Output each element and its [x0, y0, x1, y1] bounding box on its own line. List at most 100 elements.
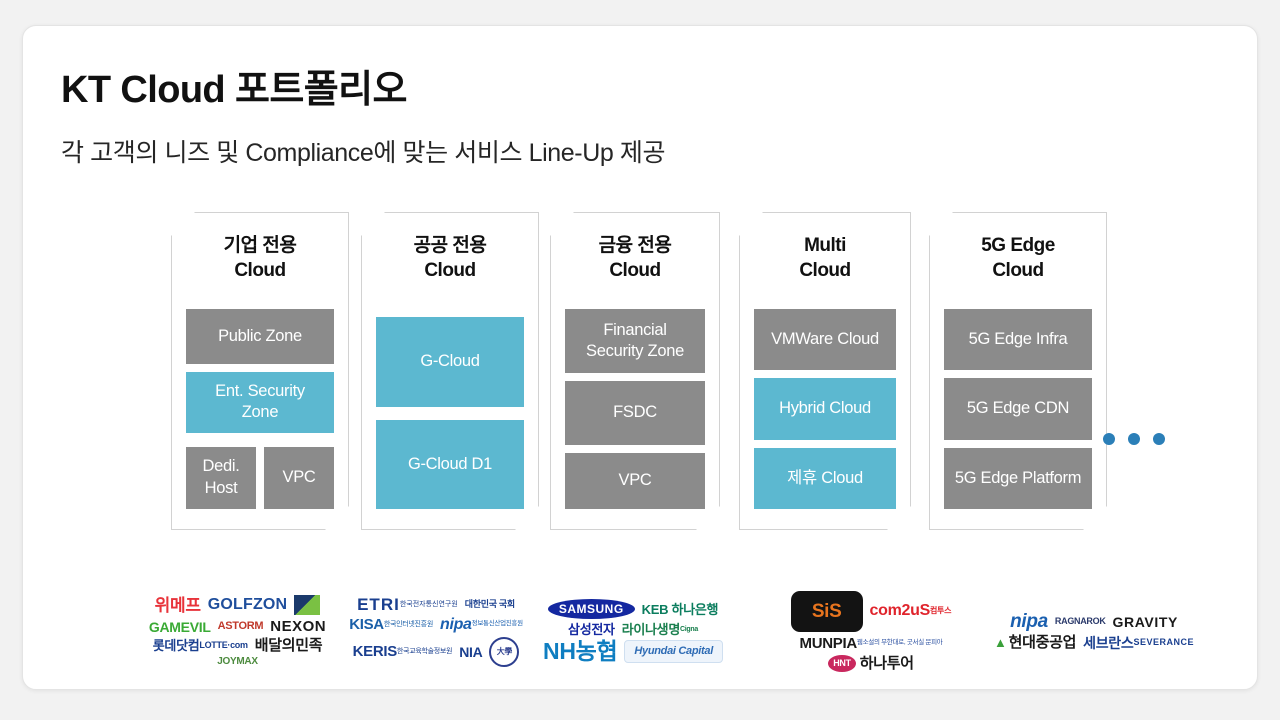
service-box[interactable]: Financial Security Zone	[565, 309, 705, 373]
cloud-card-title: 기업 전용 Cloud	[223, 235, 297, 282]
service-box[interactable]: 5G Edge Infra	[944, 309, 1092, 370]
logo-wordmark: NEXON	[270, 618, 327, 635]
logo-gamevil: GAMEVIL	[149, 619, 211, 634]
cloud-card-edge5g[interactable]: 5G Edge Cloud 5G Edge Infra 5G Edge CDN 5G …	[929, 212, 1107, 530]
logo-lina-life: 라이나생명 Cigna	[621, 622, 699, 637]
logo-samsung: SAMSUNG	[547, 599, 635, 619]
logo-hyundai-capital: Hyundai Capital	[624, 640, 723, 663]
logo-munpia: MUNPIA 웹소설의 무한대로, 굿서실 문피아	[800, 636, 943, 651]
logo-wordmark: NH농협	[543, 638, 618, 664]
service-box[interactable]: 5G Edge CDN	[944, 378, 1092, 439]
logo-nipa: nipa	[1010, 612, 1048, 631]
ellipsis-dot-icon	[1128, 433, 1140, 445]
logo-wordmark: KEB 하나은행	[641, 601, 719, 617]
logo-joymax: JOYMAX	[217, 656, 258, 667]
service-box[interactable]: VMWare Cloud	[754, 309, 896, 370]
logo-wordmark: 세브란스	[1083, 634, 1134, 651]
cloud-card-public[interactable]: 공공 전용 Cloud G-Cloud G-Cloud D1	[361, 212, 539, 530]
logo-wordmark: GOLFZON	[207, 596, 288, 613]
logo-subtext: SEVERANCE	[1133, 637, 1194, 647]
logo-subtext: 컴투스	[930, 606, 952, 615]
logo-wemakeprice: 위메프	[155, 595, 201, 615]
logo-wordmark: JOYMAX	[217, 656, 258, 667]
service-box[interactable]: Public Zone	[186, 309, 334, 364]
logo-hanatour: HNT 하나투어	[828, 654, 914, 672]
service-box-stack: G-Cloud G-Cloud D1	[362, 309, 538, 509]
service-box-stack: 5G Edge Infra 5G Edge CDN 5G Edge Platform	[930, 309, 1106, 509]
logo-group-multi-logos: SiS com2uS 컴투스 MUNPIA 웹소설의 무한대로, 굿서실 문피아 HNT 하…	[765, 578, 977, 684]
logo-ragnarok: RAGNAROK	[1055, 612, 1106, 631]
logo-wordmark: 대한민국 국회	[464, 598, 515, 609]
service-box-stack: VMWare Cloud Hybrid Cloud 제휴 Cloud	[740, 309, 910, 509]
cloud-card-multi[interactable]: Multi Cloud VMWare Cloud Hybrid Cloud 제휴 Cl…	[739, 212, 911, 530]
service-box[interactable]: VPC	[565, 453, 705, 509]
logo-wordmark: 하나투어	[859, 654, 914, 672]
logo-severance: 세브란스 SEVERANCE	[1083, 635, 1194, 650]
logo-sis: SiS	[790, 590, 863, 632]
logo-subtext: 웹소설의 무한대로, 굿서실 문피아	[856, 638, 943, 646]
service-box[interactable]: G-Cloud	[376, 317, 524, 407]
logo-nia: NIA	[459, 637, 483, 667]
logo-keris: KERIS 한국교육학술정보원	[353, 637, 453, 667]
logo-samsung-electronics: 삼성전자	[568, 623, 615, 636]
logo-nipa: nipa 정보통신산업진흥원	[439, 615, 523, 633]
logo-nexon: NEXON	[270, 619, 326, 634]
logo-group-public-logos: ETRI 한국전자통신연구원 대한민국 국회 KISA 한국인터넷진흥원 nipa 정보통신…	[341, 578, 531, 684]
logo-subtext: 한국교육학술정보원	[396, 648, 453, 655]
logo-wordmark: KERIS	[352, 643, 398, 660]
logo-golfzon: GOLFZON	[208, 595, 288, 615]
ellipsis-dot-icon	[1103, 433, 1115, 445]
logo-wordmark: 삼성전자	[568, 622, 615, 637]
logo-lotte-com: 롯데닷컴 LOTTE·com	[153, 638, 248, 653]
logo-wordmark: 현대중공업	[1008, 634, 1077, 651]
logo-subtext: Cigna	[680, 626, 698, 633]
service-box[interactable]: G-Cloud D1	[376, 420, 524, 510]
logo-com2us: com2uS 컴투스	[870, 591, 952, 632]
logo-etri: ETRI 한국전자통신연구원	[357, 596, 458, 613]
logo-wordmark: 라이나생명	[621, 622, 681, 637]
logo-wordmark: nipa	[439, 615, 472, 633]
service-box[interactable]: 5G Edge Platform	[944, 448, 1092, 509]
slide-frame: KT Cloud 포트폴리오 각 고객의 니즈 및 Compliance에 맞는…	[22, 25, 1258, 690]
cloud-card-enterprise[interactable]: 기업 전용 Cloud Public Zone Ent. Security Zone…	[171, 212, 349, 530]
logo-wordmark: MUNPIA	[799, 634, 858, 652]
logo-subtext: LOTTE·com	[199, 640, 248, 650]
ellipsis-dot-icon	[1153, 433, 1165, 445]
customer-logo-strip: 위메프 GOLFZON GAMEVIL ASTORM NEXON 롯데닷컴 LOTTE·co…	[23, 578, 1257, 690]
logo-nh-nonghyup: NH농협	[543, 638, 618, 664]
logo-wordmark: RAGNAROK	[1054, 616, 1106, 626]
logo-wordmark: 롯데닷컴	[152, 638, 200, 653]
service-box[interactable]: Dedi. Host	[186, 447, 256, 509]
service-box-stack: Financial Security Zone FSDC VPC	[551, 309, 719, 509]
logo-color-swatch	[294, 595, 321, 615]
service-box[interactable]: VPC	[264, 447, 334, 509]
cloud-card-title: 공공 전용 Cloud	[413, 235, 487, 282]
cloud-card-title: 금융 전용 Cloud	[598, 235, 672, 282]
service-box-row: Dedi. Host VPC	[186, 447, 334, 509]
cloud-card-finance[interactable]: 금융 전용 Cloud Financial Security Zone FSDC VP…	[550, 212, 720, 530]
service-box[interactable]: Hybrid Cloud	[754, 378, 896, 439]
logo-wordmark: ASTORM	[217, 620, 264, 632]
logo-gravity: GRAVITY	[1113, 612, 1178, 631]
logo-wordmark: nipa	[1010, 611, 1048, 632]
logo-baemin: 배달의민족	[255, 638, 323, 653]
logo-group-enterprise-logos: 위메프 GOLFZON GAMEVIL ASTORM NEXON 롯데닷컴 LOTTE·co…	[135, 578, 340, 684]
service-box[interactable]: Ent. Security Zone	[186, 372, 334, 433]
logo-astorm: ASTORM	[218, 619, 264, 634]
logo-hhi: ▲ 현대중공업	[994, 635, 1076, 650]
service-box-stack: Public Zone Ent. Security Zone Dedi. Host V…	[172, 309, 348, 509]
logo-assembly: 대한민국 국회	[465, 596, 515, 613]
logo-wordmark: SiS	[811, 600, 842, 622]
service-box[interactable]: 제휴 Cloud	[754, 448, 896, 509]
service-box[interactable]: FSDC	[565, 381, 705, 445]
logo-wordmark: Hyundai Capital	[634, 645, 713, 657]
logo-wordmark: 大學	[496, 646, 513, 656]
